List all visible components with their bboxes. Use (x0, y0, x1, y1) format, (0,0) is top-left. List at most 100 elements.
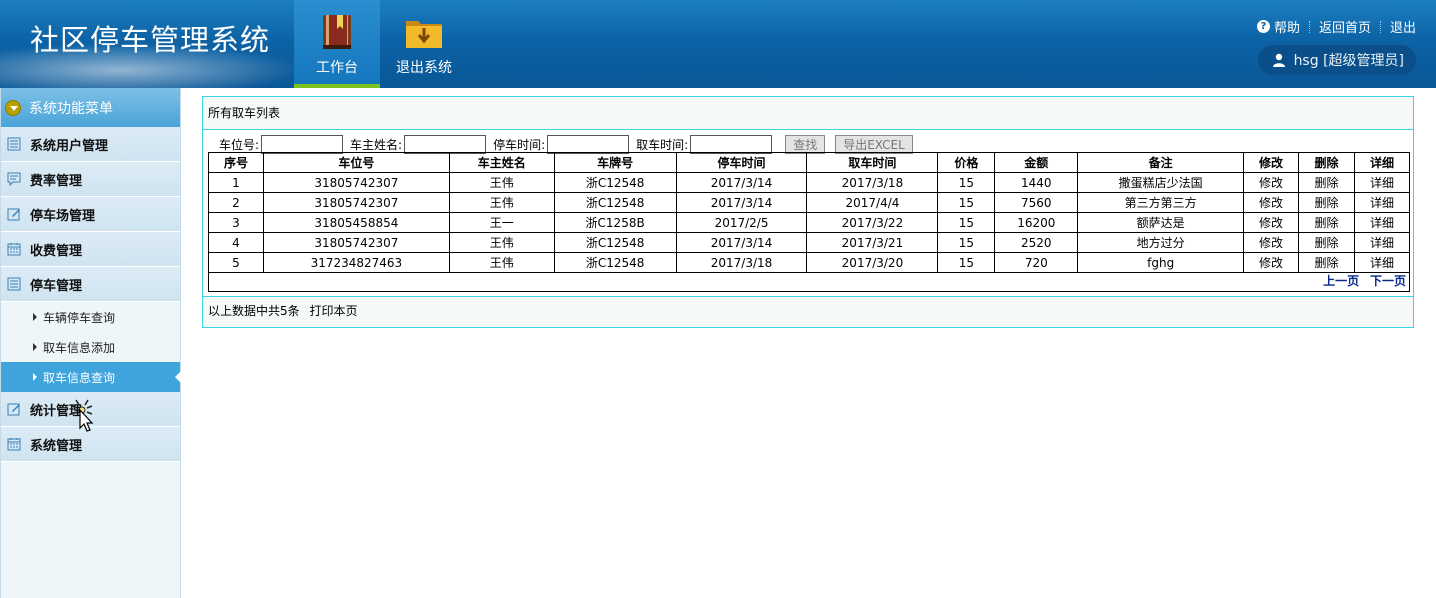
spot-label: 车位号: (219, 137, 260, 152)
table-row: 4 31805742307 王伟 浙C12548 2017/3/14 2017/3/21 1… (208, 232, 1411, 253)
help-icon: ? (1256, 20, 1270, 33)
print-page-link[interactable]: 打印本页 (309, 304, 357, 318)
sidebar-header-label: 系统功能菜单 (29, 100, 113, 117)
edit-link[interactable]: 修改 (1243, 252, 1300, 273)
nav-tab-exit-system[interactable]: 退出系统 (381, 0, 467, 88)
detail-link[interactable]: 详细 (1353, 252, 1411, 273)
help-link[interactable]: 帮助 (1274, 17, 1300, 36)
export-excel-button[interactable]: 导出EXCEL (835, 134, 913, 154)
delete-link[interactable]: 删除 (1298, 172, 1355, 193)
book-icon (323, 15, 351, 49)
sidebar-subitem-pickup-query[interactable]: 取车信息查询 (1, 362, 181, 392)
owner-cell: 王伟 (448, 172, 555, 193)
column-header: 价格 (937, 152, 996, 173)
sidebar-item-rate[interactable]: 费率管理 (1, 162, 180, 197)
edit-link[interactable]: 修改 (1243, 232, 1300, 253)
pick-time-input[interactable] (690, 134, 773, 154)
logout-link[interactable]: 退出 (1390, 17, 1416, 36)
sidebar-subitem-label: 取车信息查询 (43, 370, 116, 385)
sidebar-subitem-label: 车辆停车查询 (43, 310, 116, 325)
amount-cell: 1440 (994, 172, 1079, 193)
spot-cell: 31805458854 (262, 212, 450, 233)
plate-cell: 浙C12548 (553, 232, 677, 253)
plate-cell: 浙C12548 (553, 192, 677, 213)
pick-time-cell: 2017/3/21 (806, 232, 939, 253)
amount-cell: 720 (994, 252, 1079, 273)
pick-time-cell: 2017/3/20 (806, 252, 939, 273)
spot-cell: 317234827463 (262, 252, 450, 273)
calendar-icon (7, 438, 21, 451)
edit-link[interactable]: 修改 (1243, 172, 1300, 193)
download-folder-icon (406, 21, 442, 48)
sidebar-header[interactable]: 系统功能菜单 (1, 88, 180, 127)
sidebar-item-label: 收费管理 (30, 243, 83, 259)
remark-cell: 额萨达是 (1077, 212, 1245, 233)
delete-link[interactable]: 删除 (1298, 232, 1355, 253)
edit-link[interactable]: 修改 (1243, 212, 1300, 233)
nav-tab-workbench[interactable]: 工作台 (294, 0, 380, 88)
pickup-table: 序号 车位号 车主姓名 车牌号 停车时间 取车时间 价格 金额 备注 修改 删除 详细 1 318057… (208, 152, 1411, 273)
sidebar-subitem-pickup-add[interactable]: 取车信息添加 (1, 332, 180, 362)
sidebar-item-fees[interactable]: 收费管理 (1, 232, 180, 267)
pick-time-cell: 2017/3/18 (806, 172, 939, 193)
table-row: 1 31805742307 王伟 浙C12548 2017/3/14 2017/3/18 1… (208, 172, 1411, 193)
serial-cell: 2 (208, 192, 264, 213)
remark-cell: 第三方第三方 (1077, 192, 1245, 213)
home-link[interactable]: 返回首页 (1319, 17, 1371, 36)
park-time-cell: 2017/3/14 (675, 192, 808, 213)
sidebar-item-parking[interactable]: 停车管理 (1, 267, 180, 302)
spot-cell: 31805742307 (262, 192, 450, 213)
serial-cell: 1 (208, 172, 264, 193)
user-icon (1272, 53, 1285, 67)
column-header: 序号 (208, 152, 264, 173)
delete-link[interactable]: 删除 (1298, 192, 1355, 213)
busy-cursor-icon (71, 399, 94, 432)
detail-link[interactable]: 详细 (1353, 192, 1411, 213)
column-header: 停车时间 (675, 152, 808, 173)
column-header: 删除 (1298, 152, 1355, 173)
chevron-down-icon (5, 99, 21, 116)
sidebar-subitem-vehicle-query[interactable]: 车辆停车查询 (1, 302, 180, 332)
delete-link[interactable]: 删除 (1298, 212, 1355, 233)
price-cell: 15 (937, 212, 996, 233)
sidebar-item-label: 系统用户管理 (30, 138, 109, 154)
sidebar-subitem-label: 取车信息添加 (43, 340, 116, 355)
pickup-list-panel: 所有取车列表 车位号: 车主姓名: 停车时间: 取车时间: 查找 导出EXCEL… (202, 96, 1414, 328)
sidebar-item-label: 系统管理 (30, 438, 83, 454)
nav-tab-label: 退出系统 (396, 60, 452, 76)
pick-time-label: 取车时间: (636, 137, 689, 152)
column-header: 详细 (1353, 152, 1411, 173)
detail-link[interactable]: 详细 (1353, 172, 1411, 193)
owner-input[interactable] (404, 134, 487, 154)
link-separator (1379, 20, 1381, 33)
column-header: 修改 (1243, 152, 1300, 173)
sidebar: 系统功能菜单 系统用户管理 费率管理 停车场管理 收费管理 停车管理 车辆停车查… (0, 88, 181, 598)
detail-link[interactable]: 详细 (1353, 212, 1411, 233)
record-summary: 以上数据中共5条 (208, 304, 300, 318)
edit-link[interactable]: 修改 (1243, 192, 1300, 213)
detail-link[interactable]: 详细 (1353, 232, 1411, 253)
park-time-input[interactable] (547, 134, 630, 154)
user-name: hsg [超级管理员] (1293, 53, 1404, 69)
edit-icon (7, 403, 20, 416)
prev-page-link[interactable]: 上一页 (1323, 274, 1359, 288)
next-page-link[interactable]: 下一页 (1370, 274, 1406, 288)
sidebar-item-parking-lot[interactable]: 停车场管理 (1, 197, 180, 232)
spot-cell: 31805742307 (262, 172, 450, 193)
table-row: 5 317234827463 王伟 浙C12548 2017/3/18 2017/3/20… (208, 252, 1411, 273)
sidebar-item-system[interactable]: 系统管理 (1, 427, 180, 462)
list-title: 所有取车列表 (203, 97, 1413, 130)
caret-right-icon (33, 313, 37, 321)
table-row: 3 31805458854 王一 浙C1258B 2017/2/5 2017/3/22 15… (208, 212, 1411, 233)
owner-cell: 王伟 (448, 232, 555, 253)
spot-input[interactable] (261, 134, 344, 154)
sidebar-item-system-users[interactable]: 系统用户管理 (1, 127, 180, 162)
remark-cell: fghg (1077, 252, 1245, 273)
column-header: 取车时间 (806, 152, 939, 173)
delete-link[interactable]: 删除 (1298, 252, 1355, 273)
pick-time-cell: 2017/4/4 (806, 192, 939, 213)
find-button[interactable]: 查找 (785, 134, 826, 154)
park-time-cell: 2017/2/5 (675, 212, 808, 233)
pager: 上一页 下一页 (208, 272, 1410, 292)
price-cell: 15 (937, 172, 996, 193)
